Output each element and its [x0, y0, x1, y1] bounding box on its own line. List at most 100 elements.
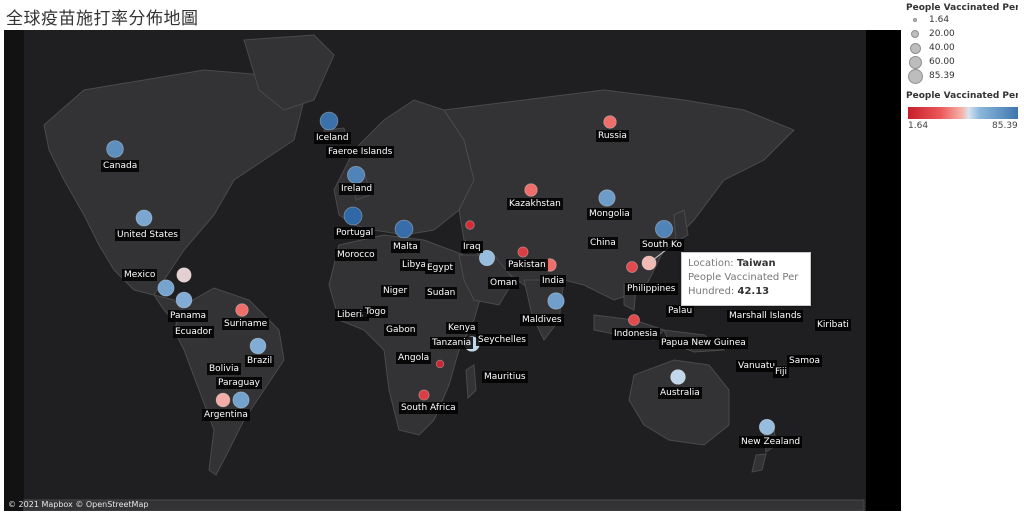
vaccination-bubble-maldives[interactable] — [547, 292, 565, 310]
country-label: Russia — [596, 130, 629, 142]
vaccination-bubble-kazakhstan[interactable] — [524, 183, 538, 197]
vaccination-bubble-mexico[interactable] — [176, 267, 192, 283]
tooltip-location-value: Taiwan — [736, 258, 776, 269]
vaccination-bubble-ecuador[interactable] — [157, 279, 175, 297]
vaccination-bubble-panama[interactable] — [175, 291, 193, 309]
world-map[interactable]: Canada Iceland Faeroe Islands Ireland Portug… — [4, 30, 901, 511]
size-value: 40.00 — [929, 43, 955, 53]
size-value: 20.00 — [929, 29, 955, 39]
vaccination-bubble-mongolia[interactable] — [598, 189, 616, 207]
vaccination-bubble-australia[interactable] — [670, 369, 686, 385]
country-label: Maldives — [520, 314, 564, 326]
country-label: Seychelles — [476, 334, 528, 346]
country-label: Iceland — [314, 132, 351, 144]
size-value: 60.00 — [929, 57, 955, 67]
country-label: Malta — [391, 241, 420, 253]
country-label: Indonesia — [612, 328, 660, 340]
color-gradient-bar — [908, 107, 1018, 119]
country-label: South Ko — [640, 239, 684, 251]
country-label: Vanuatu — [736, 360, 778, 372]
tooltip-measure-value: 42.13 — [737, 286, 770, 297]
country-label: Canada — [101, 160, 140, 172]
country-label: Faeroe Islands — [326, 146, 395, 158]
page-title: 全球疫苗施打率分佈地圖 — [6, 9, 199, 29]
vaccination-bubble-philippines[interactable] — [626, 261, 638, 273]
country-label: Mexico — [122, 269, 158, 281]
color-max-label: 85.39 — [992, 121, 1018, 131]
country-label: Argentina — [202, 409, 250, 421]
vaccination-bubble-russia[interactable] — [603, 115, 617, 129]
country-label: Brazil — [245, 355, 275, 367]
country-label: Togo — [363, 306, 388, 318]
color-min-label: 1.64 — [908, 121, 929, 131]
vaccination-bubble-china[interactable] — [655, 219, 674, 238]
vaccination-bubble-paraguay[interactable] — [215, 392, 231, 408]
country-label: Kenya — [446, 322, 478, 334]
size-dot — [911, 30, 919, 38]
country-label: Paraguay — [216, 377, 263, 389]
vaccination-bubble-ireland[interactable] — [346, 165, 365, 184]
country-label: Ecuador — [173, 326, 214, 338]
size-dot — [908, 69, 923, 84]
country-label: Oman — [488, 277, 520, 289]
vaccination-bubble-portugal[interactable] — [343, 206, 363, 226]
vaccination-bubble-suriname[interactable] — [235, 303, 249, 317]
color-legend-title: People Vaccinated Per Hu... — [906, 91, 1018, 101]
size-value: 85.39 — [929, 71, 955, 81]
size-dot — [913, 18, 917, 22]
country-label: Marshall Islands — [727, 310, 804, 322]
country-label: Kazakhstan — [507, 198, 563, 210]
size-legend-item: 20.00 — [906, 27, 1018, 41]
vaccination-bubble-argentina[interactable] — [232, 391, 250, 409]
size-legend-item: 40.00 — [906, 41, 1018, 55]
country-label: Egypt — [425, 262, 455, 274]
country-label: India — [540, 275, 567, 287]
size-legend-item: 1.64 — [906, 13, 1018, 27]
vaccination-bubble-malta[interactable] — [394, 219, 414, 239]
country-label: Iraq — [461, 241, 483, 253]
vaccination-bubble-iceland[interactable] — [319, 111, 339, 131]
country-label: Gabon — [384, 324, 418, 336]
vaccination-bubble-angola[interactable] — [435, 359, 445, 369]
size-legend-item: 60.00 — [906, 55, 1018, 69]
country-label: Tanzania — [430, 337, 474, 349]
country-label: Kiribati — [815, 319, 851, 331]
country-label: Angola — [396, 352, 432, 364]
country-label: Mauritius — [482, 371, 528, 383]
country-label: Panama — [168, 310, 209, 322]
country-label: Ireland — [339, 183, 375, 195]
country-label: Australia — [658, 387, 702, 399]
country-label: Palau — [666, 305, 695, 317]
vaccination-bubble-new-zealand[interactable] — [758, 418, 776, 436]
country-label: Niger — [381, 285, 410, 297]
size-dot — [910, 43, 921, 54]
size-legend-title: People Vaccinated Per Hu... — [906, 3, 1018, 13]
tooltip-location-key: Location: — [688, 258, 734, 269]
legend-panel: People Vaccinated Per Hu... 1.64 20.00 4… — [906, 0, 1024, 515]
size-dot — [909, 56, 922, 69]
map-attribution[interactable]: © 2021 Mapbox © OpenStreetMap — [8, 500, 148, 509]
vaccination-bubble-brazil[interactable] — [249, 337, 267, 355]
vaccination-bubble-south-africa[interactable] — [418, 389, 430, 401]
vaccination-bubble-iraq[interactable] — [465, 220, 475, 230]
vaccination-bubble-united-states[interactable] — [135, 209, 153, 227]
country-label: Samoa — [787, 355, 823, 367]
country-label: Portugal — [334, 227, 376, 239]
size-legend-item: 85.39 — [906, 69, 1018, 84]
country-label: South Africa — [399, 402, 458, 414]
country-label: Mongolia — [587, 208, 632, 220]
country-label: Sudan — [425, 287, 458, 299]
country-label: China — [588, 237, 618, 249]
country-label: Fiji — [773, 366, 790, 378]
vaccination-bubble-canada[interactable] — [106, 140, 124, 158]
country-label: Bolivia — [207, 363, 242, 375]
country-label: Libya — [400, 259, 429, 271]
country-label: Papua New Guinea — [659, 337, 748, 349]
taiwan-tooltip: Location: Taiwan People Vaccinated Per H… — [681, 252, 811, 306]
country-label: Morocco — [335, 249, 377, 261]
country-label: Philippines — [625, 283, 678, 295]
country-label: United States — [115, 229, 180, 241]
vaccination-bubble-pakistan[interactable] — [517, 246, 529, 258]
vaccination-bubble-indonesia[interactable] — [628, 314, 640, 326]
country-label: Pakistan — [506, 259, 548, 271]
